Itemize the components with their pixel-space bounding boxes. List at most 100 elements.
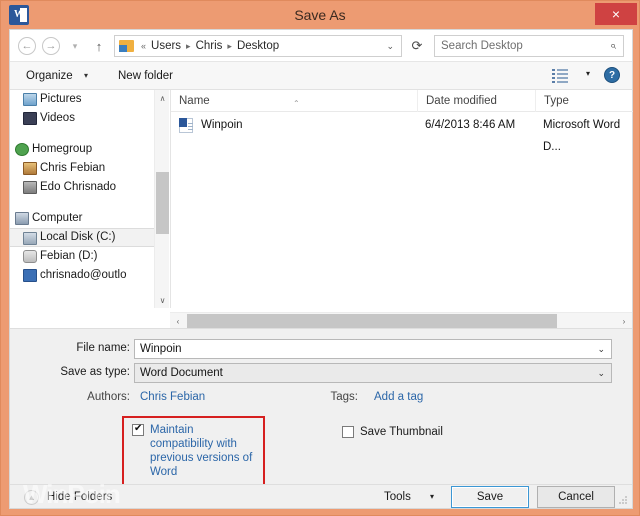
file-list-pane: Name ⌃ Date modified Type Winpoin 6/4/20… <box>170 90 633 308</box>
drive-icon <box>23 250 37 263</box>
forward-icon[interactable]: → <box>42 37 60 55</box>
videos-icon <box>23 112 37 125</box>
scroll-up-icon[interactable]: ∧ <box>155 90 170 106</box>
file-name-label: File name: <box>76 342 130 354</box>
refresh-icon[interactable]: ⟳ <box>406 35 428 57</box>
hide-folders-button[interactable]: ▲ Hide Folders <box>24 489 112 505</box>
chevron-down-icon[interactable]: ⌄ <box>381 41 399 52</box>
save-as-dialog: W Save As × ← → ▾ ↑ « Users ▸ Chris ▸ De… <box>0 0 640 516</box>
add-a-tag-link[interactable]: Add a tag <box>374 391 423 403</box>
browser-panes: Pictures Videos Homegroup Chris Febian E… <box>10 90 633 308</box>
file-name-input[interactable]: Winpoin ⌄ <box>134 339 612 359</box>
outlook-icon <box>23 269 37 282</box>
sidebar-item-label: Local Disk (C:) <box>40 231 116 243</box>
save-as-type-value: Word Document <box>140 367 223 379</box>
column-header-type[interactable]: Type <box>535 90 633 112</box>
chevron-down-icon[interactable]: ▾ <box>84 62 88 90</box>
sidebar-item-videos[interactable]: Videos <box>10 109 154 128</box>
breadcrumb-overflow[interactable]: « <box>138 41 149 51</box>
column-header-row: Name ⌃ Date modified Type <box>171 90 633 112</box>
chevron-down-icon[interactable]: ▾ <box>430 488 434 506</box>
sidebar-item-label: Febian (D:) <box>40 250 98 262</box>
user-icon <box>23 181 37 194</box>
address-bar[interactable]: « Users ▸ Chris ▸ Desktop ⌄ <box>114 35 402 57</box>
command-bar: Organize ▾ New folder ▾ ? <box>10 62 632 90</box>
tools-button[interactable]: Tools <box>384 488 411 506</box>
sidebar-item-local-disk-c[interactable]: Local Disk (C:) <box>10 228 154 247</box>
homegroup-icon <box>15 143 29 156</box>
sidebar-item-outlook-account[interactable]: chrisnado@outlo <box>10 266 154 285</box>
organize-button[interactable]: Organize <box>26 62 73 90</box>
save-thumbnail-checkbox[interactable] <box>342 426 354 438</box>
save-thumbnail-label[interactable]: Save Thumbnail <box>342 425 443 439</box>
scroll-down-icon[interactable]: ∨ <box>155 292 170 308</box>
sidebar-item-edo-chrisnado[interactable]: Edo Chrisnado <box>10 178 154 197</box>
cancel-button[interactable]: Cancel <box>537 486 615 508</box>
new-folder-button[interactable]: New folder <box>118 62 173 90</box>
scroll-right-icon[interactable]: › <box>616 313 632 329</box>
dialog-client-area: ← → ▾ ↑ « Users ▸ Chris ▸ Desktop ⌄ ⟳ Se… <box>9 29 633 509</box>
up-icon[interactable]: ↑ <box>90 37 108 55</box>
sidebar-item-computer[interactable]: Computer <box>10 209 154 228</box>
word-document-icon <box>179 118 193 133</box>
maintain-compatibility-label[interactable]: Maintain compatibility with previous ver… <box>132 423 258 479</box>
column-header-name[interactable]: Name ⌃ <box>171 90 417 112</box>
computer-icon <box>15 212 29 225</box>
search-placeholder: Search Desktop <box>441 40 523 52</box>
authors-value[interactable]: Chris Febian <box>140 391 205 403</box>
scroll-left-icon[interactable]: ‹ <box>170 313 186 329</box>
sidebar-item-pictures[interactable]: Pictures <box>10 90 154 109</box>
close-button[interactable]: × <box>595 3 637 25</box>
page-title: Save As <box>294 7 346 23</box>
file-list-horizontal-scrollbar[interactable]: ‹ › <box>170 312 632 328</box>
navigation-bar: ← → ▾ ↑ « Users ▸ Chris ▸ Desktop ⌄ ⟳ Se… <box>10 30 632 62</box>
sidebar-item-label: Edo Chrisnado <box>40 181 117 193</box>
chevron-down-icon[interactable]: ▾ <box>586 69 590 78</box>
save-button[interactable]: Save <box>451 486 529 508</box>
resize-grip[interactable] <box>619 496 629 506</box>
breadcrumb-item-desktop[interactable]: Desktop <box>235 40 281 52</box>
save-as-type-select[interactable]: Word Document ⌄ <box>134 363 612 383</box>
maintain-compatibility-option[interactable]: Maintain compatibility with previous ver… <box>132 423 258 479</box>
search-input[interactable]: Search Desktop ⌕ <box>434 35 624 57</box>
scrollbar-thumb[interactable] <box>187 314 557 328</box>
chevron-down-icon[interactable]: ⌄ <box>597 368 605 379</box>
recent-locations-icon[interactable]: ▾ <box>68 37 82 55</box>
view-options-icon[interactable] <box>552 69 568 83</box>
file-name-value: Winpoin <box>140 343 182 355</box>
sidebar-item-label: chrisnado@outlo <box>40 269 127 281</box>
sidebar-item-label: Homegroup <box>32 143 93 155</box>
sidebar-item-chris-febian[interactable]: Chris Febian <box>10 159 154 178</box>
breadcrumb-separator: ▸ <box>186 40 191 51</box>
sidebar-item-label: Chris Febian <box>40 162 106 174</box>
sidebar-item-homegroup[interactable]: Homegroup <box>10 140 154 159</box>
sidebar-item-label: Pictures <box>40 93 82 105</box>
breadcrumb-separator: ▸ <box>227 40 232 51</box>
back-icon[interactable]: ← <box>18 37 36 55</box>
save-as-type-label: Save as type: <box>60 366 130 378</box>
title-bar: W Save As × <box>1 1 639 29</box>
save-thumbnail-option[interactable]: Save Thumbnail <box>342 425 443 439</box>
hide-folders-label: Hide Folders <box>47 491 113 503</box>
scrollbar-thumb[interactable] <box>156 172 169 234</box>
breadcrumb-item-users[interactable]: Users <box>149 40 183 52</box>
sort-ascending-icon: ⌃ <box>293 99 300 108</box>
collapse-icon: ▲ <box>24 489 39 505</box>
chevron-down-icon[interactable]: ⌄ <box>597 344 605 355</box>
search-icon: ⌕ <box>609 39 616 52</box>
maintain-compatibility-checkbox[interactable] <box>132 423 144 436</box>
save-options-form: File name: Winpoin ⌄ Save as type: Word … <box>10 329 632 495</box>
help-icon[interactable]: ? <box>604 67 620 83</box>
table-row[interactable]: Winpoin 6/4/2013 8:46 AM Microsoft Word … <box>171 114 633 153</box>
breadcrumb-item-chris[interactable]: Chris <box>194 40 225 52</box>
navigation-pane: Pictures Videos Homegroup Chris Febian E… <box>10 90 154 308</box>
pictures-icon <box>23 93 37 106</box>
file-name-cell: Winpoin <box>201 119 243 131</box>
dialog-footer: ▲ Hide Folders Tools ▾ Save Cancel <box>10 484 632 508</box>
column-header-date-modified[interactable]: Date modified <box>417 90 535 112</box>
harddisk-icon <box>23 232 37 245</box>
sidebar-item-febian-d[interactable]: Febian (D:) <box>10 247 154 266</box>
navigation-pane-scrollbar[interactable]: ∧ ∨ <box>154 90 169 308</box>
